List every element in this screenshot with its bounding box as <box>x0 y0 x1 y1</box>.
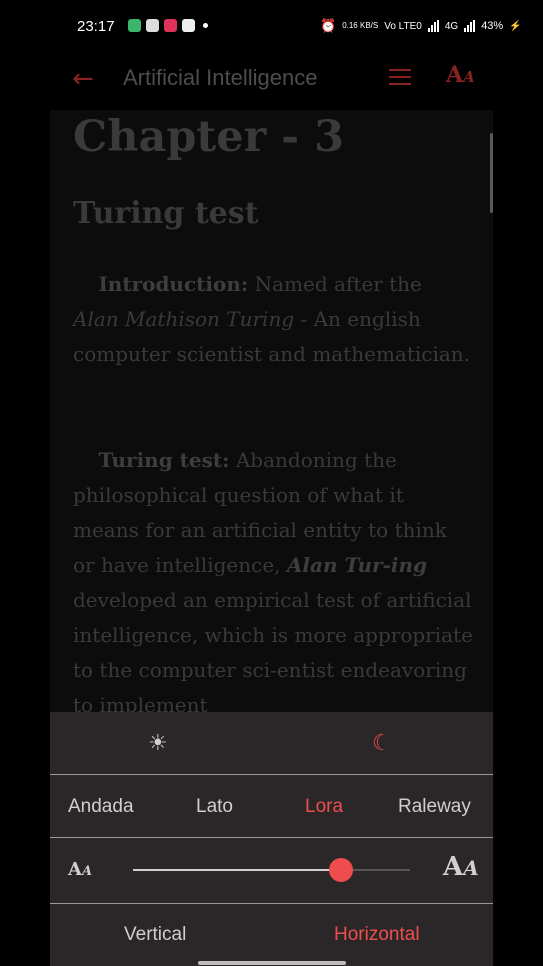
signal-icon <box>427 20 439 32</box>
intro-label: Introduction: <box>98 272 249 296</box>
font-option-lato[interactable]: Lato <box>196 796 233 818</box>
font-option-raleway[interactable]: Raleway <box>398 796 471 818</box>
content-scrollbar[interactable] <box>490 133 493 213</box>
turing-label: Turing test: <box>98 448 230 472</box>
chat-app-icon <box>128 19 141 32</box>
slider-thumb[interactable] <box>328 858 353 882</box>
turing-italic: Alan Tur-ing <box>286 553 428 577</box>
network-type: 4G <box>444 20 459 32</box>
mail-icon <box>182 19 195 32</box>
font-size-icon[interactable]: AA <box>446 62 475 88</box>
turing-text-b: developed an empirical test of artificia… <box>73 588 473 712</box>
orientation-vertical[interactable]: Vertical <box>124 924 186 946</box>
status-bar: 23:17 ⏰ 0.16 KB/S Vo LTE0 4G 43% ⚡ <box>0 0 543 56</box>
divider <box>50 903 493 904</box>
divider <box>50 837 493 838</box>
font-size-slider[interactable] <box>133 858 410 882</box>
book-title: Artificial Intelligence <box>123 65 318 90</box>
volte-badge: Vo LTE0 <box>384 20 422 32</box>
b-app-icon <box>146 19 159 32</box>
font-option-andada[interactable]: Andada <box>68 796 134 818</box>
charging-icon: ⚡ <box>509 20 522 32</box>
section-heading: Turing test <box>73 196 259 231</box>
status-time: 23:17 <box>77 18 115 35</box>
font-size-small-icon[interactable]: AA <box>68 859 92 880</box>
intro-italic: Alan Mathison Turing <box>73 307 295 331</box>
hamburger-icon[interactable] <box>389 69 411 90</box>
font-size-large-icon[interactable]: AA <box>443 852 479 882</box>
slider-fill <box>133 869 341 871</box>
reading-content: Chapter - 3 Turing test Introduction: Na… <box>50 110 493 712</box>
arrow-left-icon[interactable]: ← <box>72 64 94 94</box>
moon-icon[interactable]: ☾ <box>372 731 392 756</box>
net-speed: 0.16 KB/S <box>342 21 379 30</box>
app-bar: ← Artificial Intelligence AA <box>0 56 543 110</box>
signal-icon-2 <box>464 20 476 32</box>
divider <box>50 774 493 775</box>
more-notifications-icon <box>203 23 208 28</box>
paragraph-introduction: Introduction: Named after the Alan Mathi… <box>73 267 473 372</box>
status-right: ⏰ 0.16 KB/S Vo LTE0 4G 43% ⚡ <box>320 18 522 34</box>
reader-settings-sheet: ☀ ☾ Andada Lato Lora Raleway AA AA Verti… <box>50 712 493 966</box>
font-option-lora[interactable]: Lora <box>305 796 343 818</box>
chapter-heading: Chapter - 3 <box>73 112 344 162</box>
notification-icons <box>128 19 208 32</box>
sun-icon[interactable]: ☀ <box>148 731 168 756</box>
orientation-horizontal[interactable]: Horizontal <box>334 924 420 946</box>
paragraph-turing-test: Turing test: Abandoning the philosophica… <box>73 443 473 712</box>
intro-text-a: Named after the <box>248 272 422 296</box>
battery-level: 43% <box>481 20 504 32</box>
home-indicator[interactable] <box>198 961 346 965</box>
camera-app-icon <box>164 19 177 32</box>
alarm-icon: ⏰ <box>320 18 337 33</box>
